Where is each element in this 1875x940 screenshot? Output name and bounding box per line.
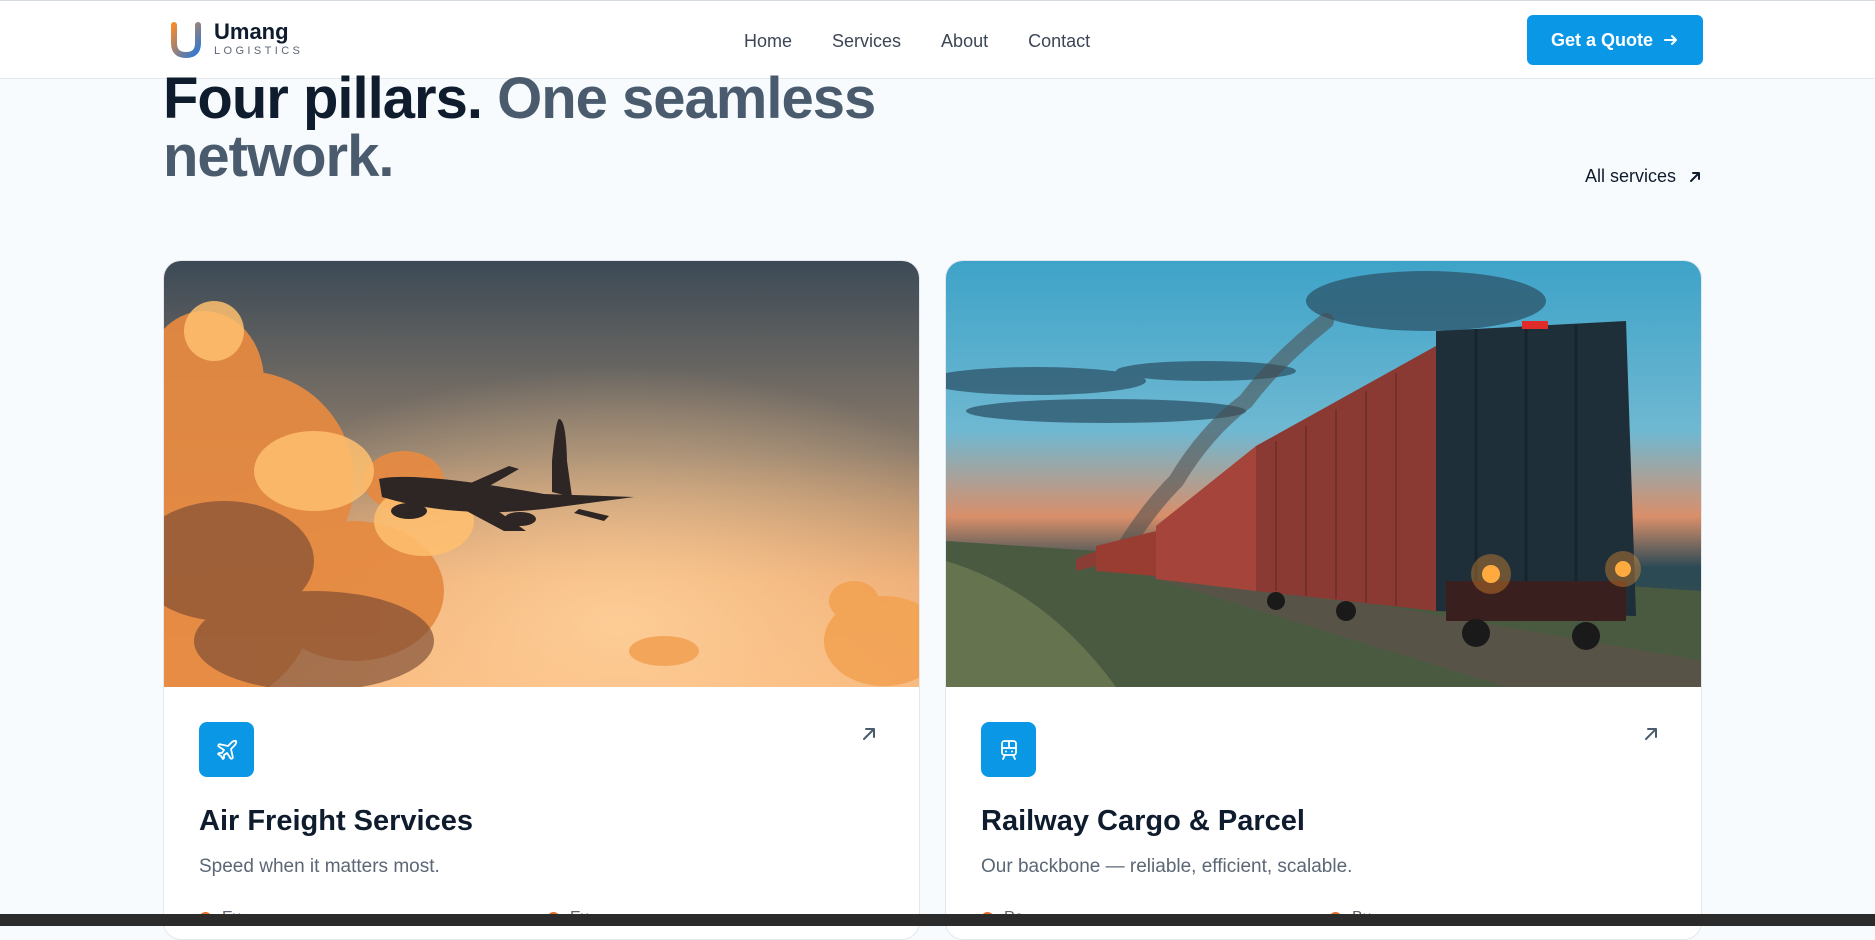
get-quote-button[interactable]: Get a Quote [1527, 15, 1703, 65]
brand-logo[interactable]: Umang LOGISTICS [170, 19, 303, 59]
service-card-air-freight[interactable]: Air Freight Services Speed when it matte… [163, 260, 920, 940]
plane-icon [216, 739, 237, 760]
brand-name: Umang [214, 19, 289, 44]
nav-contact[interactable]: Contact [1028, 29, 1090, 53]
logo-u-icon [170, 19, 202, 59]
nav-about[interactable]: About [941, 29, 988, 53]
card-description: Our backbone — reliable, efficient, scal… [981, 856, 1353, 877]
window-bottom-bar [0, 914, 1875, 926]
section-title-dark: Four pillars. [163, 66, 483, 131]
train-icon-tile [981, 722, 1036, 777]
section-title: Four pillars. One seamless network. [163, 70, 923, 186]
arrow-up-right-icon [1690, 171, 1701, 182]
arrow-right-icon [1664, 35, 1677, 45]
train-icon [1000, 739, 1017, 760]
brand-tagline: LOGISTICS [214, 45, 304, 57]
plane-icon-tile [199, 722, 254, 777]
all-services-link[interactable]: All services [1585, 166, 1702, 187]
card-arrow-up-right-icon[interactable] [860, 725, 878, 743]
main-nav: Home Services About Contact [744, 29, 1130, 53]
nav-services[interactable]: Services [832, 29, 901, 53]
card-title: Air Freight Services [199, 805, 473, 837]
card-title: Railway Cargo & Parcel [981, 805, 1305, 837]
all-services-label: All services [1585, 166, 1677, 186]
service-card-railway[interactable]: Railway Cargo & Parcel Our backbone — re… [945, 260, 1702, 940]
card-arrow-up-right-icon[interactable] [1642, 725, 1660, 743]
railway-image [946, 261, 1701, 687]
air-freight-image [164, 261, 919, 687]
card-description: Speed when it matters most. [199, 856, 440, 877]
nav-home[interactable]: Home [744, 29, 792, 53]
get-quote-label: Get a Quote [1550, 29, 1653, 50]
